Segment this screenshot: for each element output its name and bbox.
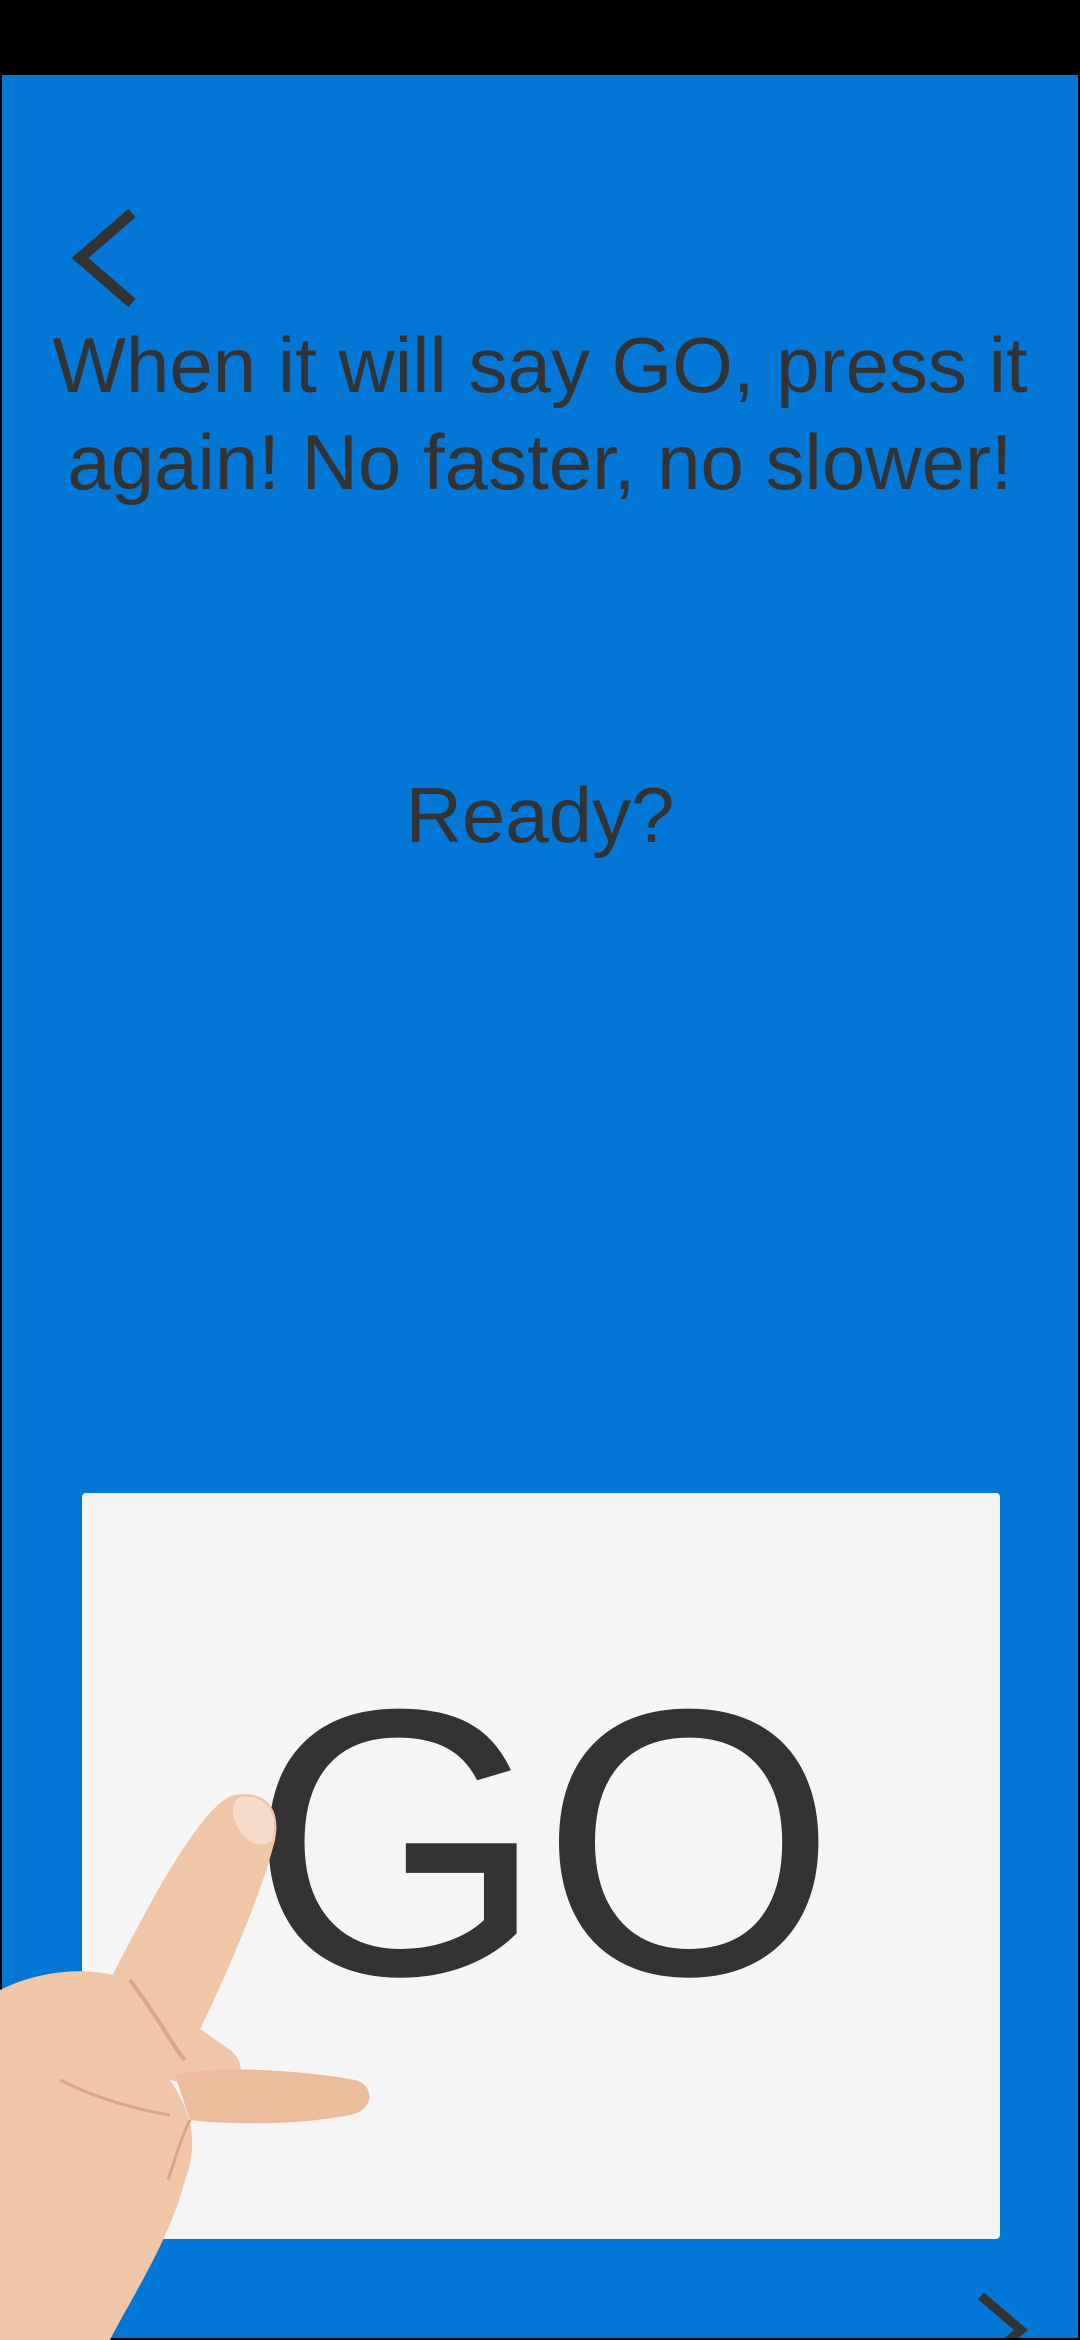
next-button[interactable] [967, 2290, 1037, 2338]
ready-prompt: Ready? [405, 771, 675, 859]
instruction-line-1: When it will say GO, press it [52, 321, 1028, 409]
status-bar [0, 0, 1080, 75]
pointing-hand-illustration [0, 1794, 370, 2340]
back-button[interactable] [62, 203, 152, 313]
chevron-left-icon [71, 208, 136, 308]
instruction-text: When it will say GO, press it again! No … [2, 317, 1078, 511]
chevron-right-icon [978, 2292, 1028, 2338]
instruction-line-2: again! No faster, no slower! [67, 418, 1013, 506]
